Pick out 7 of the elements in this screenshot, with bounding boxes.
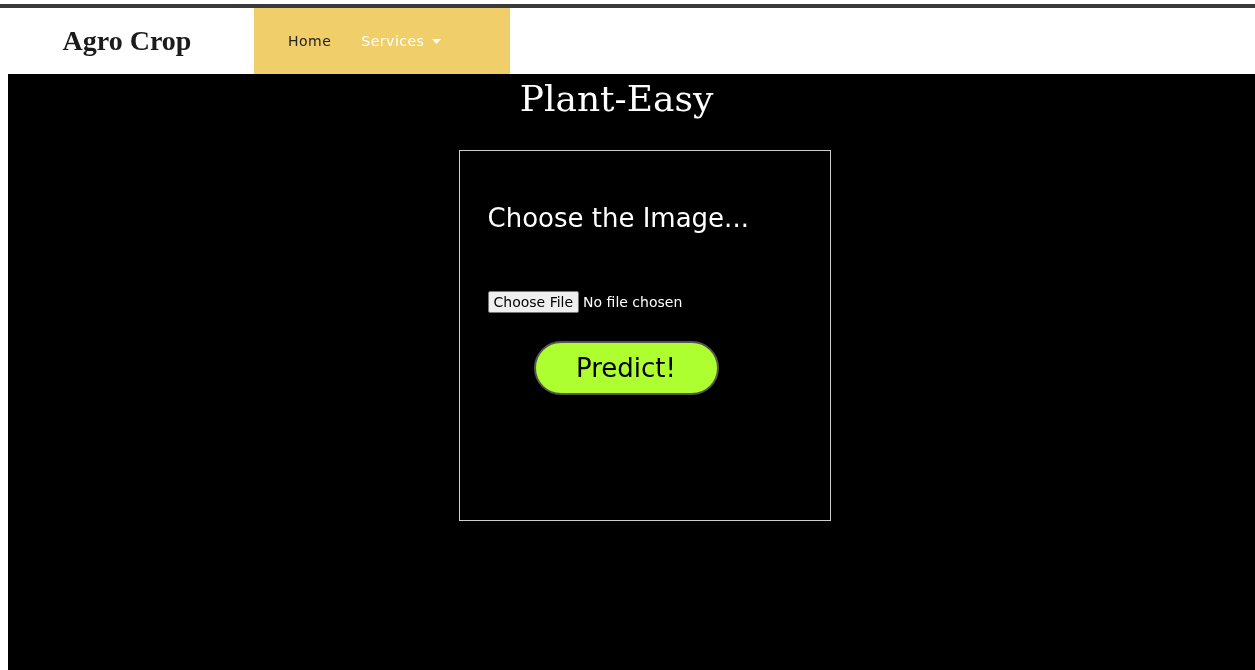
nav-link[interactable]: Home — [288, 33, 332, 49]
choose-file-button[interactable]: Choose File — [487, 291, 580, 313]
brand-logo[interactable]: Agro Crop — [62, 25, 192, 57]
page-title: Plant-Easy — [519, 77, 714, 121]
upload-heading: Choose the Image... — [487, 203, 750, 233]
predict-button[interactable]: Predict! — [533, 341, 719, 395]
file-status: No file chosen — [583, 294, 683, 310]
